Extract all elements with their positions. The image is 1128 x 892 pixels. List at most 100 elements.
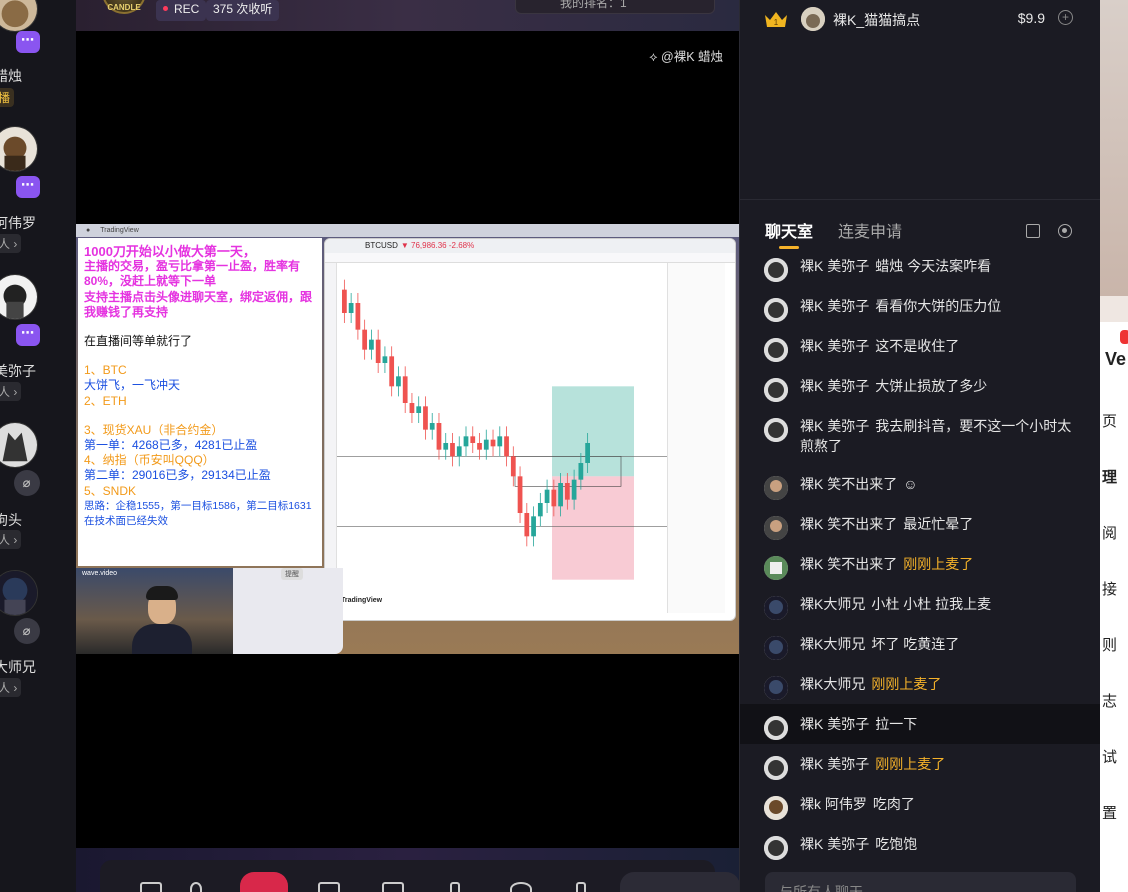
chat-message: 裸K 美弥子 蜡烛 今天法案咋看: [740, 250, 1101, 282]
message-nick[interactable]: 裸K 美弥子: [800, 378, 869, 394]
chat-input[interactable]: 与所有人聊天: [765, 872, 1076, 892]
sliver-text[interactable]: 置: [1102, 802, 1117, 823]
tv-drawing-tools[interactable]: [325, 263, 337, 613]
message-nick[interactable]: 裸K大师兄: [800, 676, 865, 692]
guest-avatar[interactable]: [0, 0, 38, 32]
tv-tab[interactable]: BTCUSD ▼ 76,986.36 -2.68%: [325, 239, 735, 253]
listen-count[interactable]: 375 次收听: [206, 0, 280, 21]
tv-symbol: BTCUSD: [365, 241, 398, 250]
settings-icon[interactable]: [1058, 224, 1072, 238]
message-avatar[interactable]: [764, 378, 788, 402]
info-icon[interactable]: [510, 882, 532, 892]
candle-body: [504, 436, 509, 457]
guest-avatar[interactable]: [0, 126, 38, 172]
guest-avatar[interactable]: [0, 422, 38, 468]
message-nick[interactable]: 裸K 美弥子: [800, 418, 869, 434]
guest-avatar[interactable]: [0, 570, 38, 616]
message-nick[interactable]: 裸K 笑不出来了: [800, 556, 897, 572]
mic-badge-icon[interactable]: ⋯: [16, 31, 40, 53]
tab-chat[interactable]: 聊天室: [765, 218, 813, 249]
tv-change: -2.68%: [448, 241, 475, 250]
person-icon[interactable]: [190, 882, 202, 892]
guest-name: 狗头: [0, 512, 22, 528]
message-avatar[interactable]: [764, 716, 788, 740]
candle-body: [429, 423, 435, 430]
message-avatar[interactable]: [764, 596, 788, 620]
gift-user-avatar[interactable]: [801, 7, 825, 31]
message-nick[interactable]: 裸K 美弥子: [800, 298, 869, 314]
candle-body: [537, 503, 543, 517]
message-avatar[interactable]: [764, 556, 788, 580]
message-nick[interactable]: 裸K大师兄: [800, 596, 865, 612]
candle-body: [483, 439, 489, 450]
candle-body: [402, 376, 408, 403]
message-avatar[interactable]: [764, 636, 788, 660]
mic-badge-icon[interactable]: ⋯: [16, 176, 40, 198]
message-text: 吃饱饱: [875, 836, 918, 852]
guest-rail: ⋯ 蜡烛 播 ⋯ 阿伟罗 人 › ⋯ 美弥子 人 › ⌀ 狗头 人 › ⌀ 大师…: [0, 0, 76, 892]
rank-box[interactable]: 我的排名：1: [515, 0, 715, 14]
more-pill[interactable]: [620, 872, 739, 892]
message-nick[interactable]: 裸K 美弥子: [800, 756, 869, 772]
gift-user-name[interactable]: 裸K_猫猫搞点: [833, 10, 920, 30]
screen-icon[interactable]: [140, 882, 162, 892]
message-avatar[interactable]: [764, 418, 788, 442]
sliver-text[interactable]: 接: [1102, 578, 1117, 599]
message-avatar[interactable]: [764, 258, 788, 282]
chart-icon[interactable]: [450, 882, 460, 892]
sliver-text[interactable]: 理: [1102, 466, 1117, 487]
sliver-text[interactable]: 则: [1102, 634, 1117, 655]
sliver-text[interactable]: 志: [1102, 690, 1117, 711]
guest-status: 播: [0, 88, 15, 107]
message-avatar[interactable]: [764, 676, 788, 700]
chat-message: 裸K 美弥子 大饼止损放了多少: [740, 370, 1101, 402]
host-logo[interactable]: CANDLE: [102, 0, 146, 14]
mail-icon[interactable]: [318, 882, 340, 892]
message-avatar[interactable]: [764, 796, 788, 820]
tv-toolbar[interactable]: [325, 253, 735, 263]
end-button[interactable]: [240, 872, 288, 892]
message-nick[interactable]: 裸K 美弥子: [800, 716, 869, 732]
message-nick[interactable]: 裸K 美弥子: [800, 836, 869, 852]
tv-price: ▼ 76,986.36: [400, 241, 447, 250]
sliver-text[interactable]: 阅: [1102, 522, 1117, 543]
tab-mic-requests[interactable]: 连麦申请: [838, 218, 902, 242]
message-nick[interactable]: 裸k 阿伟罗: [800, 796, 867, 812]
mic-badge-icon[interactable]: ⋯: [16, 324, 40, 346]
note-line: 主播的交易，盈亏比拿第一止盈，胜率有80%，没赶上就等下一单: [84, 259, 301, 289]
candle-body: [517, 476, 523, 513]
tradingview-window[interactable]: BTCUSD ▼ 76,986.36 -2.68% TradingView: [324, 238, 736, 621]
chat-message: 裸K 美弥子 吃饱饱: [740, 828, 1101, 860]
message-nick[interactable]: 裸K大师兄: [800, 636, 865, 652]
guest-status: 人 ›: [0, 530, 22, 549]
message-text: 最近忙晕了: [903, 516, 974, 532]
message-nick[interactable]: 裸K 笑不出来了: [800, 476, 897, 492]
candlestick-chart[interactable]: [337, 263, 667, 613]
message-avatar[interactable]: [764, 298, 788, 322]
message-avatar[interactable]: [764, 516, 788, 540]
mic-off-icon[interactable]: ⌀: [14, 470, 40, 496]
guest-status: 人 ›: [0, 234, 22, 253]
add-icon[interactable]: +: [1058, 10, 1073, 25]
candle-body: [456, 446, 462, 457]
message-avatar[interactable]: [764, 476, 788, 500]
message-avatar[interactable]: [764, 338, 788, 362]
menu-app: TradingView: [100, 227, 139, 234]
message-nick[interactable]: 裸K 美弥子: [800, 338, 869, 354]
list-edit-icon[interactable]: [1026, 224, 1040, 238]
pen-icon[interactable]: [576, 882, 586, 892]
tv-watchlist[interactable]: [667, 263, 725, 613]
guest-name: 阿伟罗: [0, 215, 36, 231]
mic-off-icon[interactable]: ⌀: [14, 618, 40, 644]
signal-icon[interactable]: [382, 882, 404, 892]
sliver-text[interactable]: 页: [1102, 410, 1117, 431]
message-nick[interactable]: 裸K 笑不出来了: [800, 516, 897, 532]
message-avatar[interactable]: [764, 836, 788, 860]
sliver-text[interactable]: 试: [1102, 746, 1117, 767]
trading-notes: 1000刀开始以小做大第一天， 主播的交易，盈亏比拿第一止盈，胜率有80%，没赶…: [78, 238, 322, 566]
guest-avatar[interactable]: [0, 274, 38, 320]
message-nick[interactable]: 裸K 美弥子: [800, 258, 869, 274]
message-avatar[interactable]: [764, 756, 788, 780]
candle-body: [551, 489, 557, 507]
live-stage: CANDLE REC 375 次收听 我的排名：1 ⟡ @裸K 蜡烛 ● Trad…: [76, 0, 739, 892]
